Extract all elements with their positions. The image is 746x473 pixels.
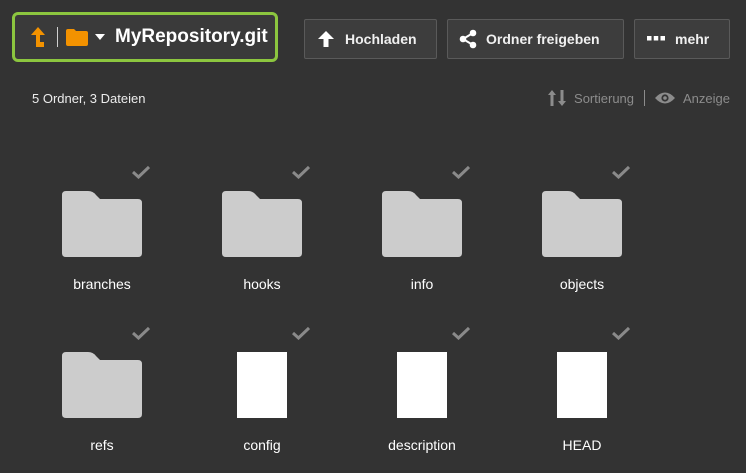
file-icon [397,352,447,418]
view-label: Anzeige [683,90,730,106]
item-name: config [243,437,281,453]
upload-label: Hochladen [345,31,417,47]
file-icon [237,352,287,418]
folder-item-refs[interactable]: refs [42,323,162,473]
check-icon [132,165,150,179]
item-name: HEAD [562,437,602,453]
view-toolbar: Sortierung Anzeige [548,89,730,107]
folder-icon [62,191,142,257]
upload-arrow-icon [318,31,334,47]
more-button[interactable]: mehr [634,19,730,59]
file-item-config[interactable]: config [202,323,322,473]
check-icon [612,165,630,179]
share-folder-button[interactable]: Ordner freigeben [447,19,624,59]
caret-down-icon [95,34,105,40]
ellipsis-icon [647,36,665,41]
folder-icon [62,352,142,418]
folder-item-objects[interactable]: objects [522,162,642,312]
folder-menu-button[interactable] [64,15,107,59]
toolbar-divider [644,90,646,106]
more-label: mehr [675,31,710,47]
file-browser: MyRepository.git Hochladen Ordner freige… [0,0,746,473]
folder-icon [542,191,622,257]
upload-button[interactable]: Hochladen [304,19,437,59]
check-icon [292,165,310,179]
sort-button[interactable]: Sortierung [548,89,634,107]
item-name: hooks [243,276,281,292]
share-icon [459,29,477,49]
item-name: description [388,437,456,453]
check-icon [452,326,470,340]
breadcrumb: MyRepository.git [12,12,278,62]
item-name: branches [73,276,131,292]
check-icon [292,326,310,340]
item-name: objects [559,276,605,292]
check-icon [612,326,630,340]
share-folder-label: Ordner freigeben [486,31,600,47]
sort-arrows-icon [548,90,567,106]
repository-title: MyRepository.git [115,26,268,47]
check-icon [452,165,470,179]
sort-label: Sortierung [574,90,635,106]
folder-item-info[interactable]: info [362,162,482,312]
breadcrumb-separator [57,27,58,47]
folder-icon [222,191,302,257]
folder-icon [66,28,88,46]
file-icon [557,352,607,418]
check-icon [132,326,150,340]
view-button[interactable]: Anzeige [655,91,730,106]
folder-icon [382,191,462,257]
parent-folder-button[interactable] [21,15,55,59]
item-name: info [410,276,434,292]
item-name: refs [90,437,114,453]
eye-icon [655,92,676,104]
file-item-description[interactable]: description [362,323,482,473]
folder-item-hooks[interactable]: hooks [202,162,322,312]
file-item-head[interactable]: HEAD [522,323,642,473]
folder-item-branches[interactable]: branches [42,162,162,312]
arrow-up-icon [31,27,45,47]
item-count: 5 Ordner, 3 Dateien [32,91,146,106]
